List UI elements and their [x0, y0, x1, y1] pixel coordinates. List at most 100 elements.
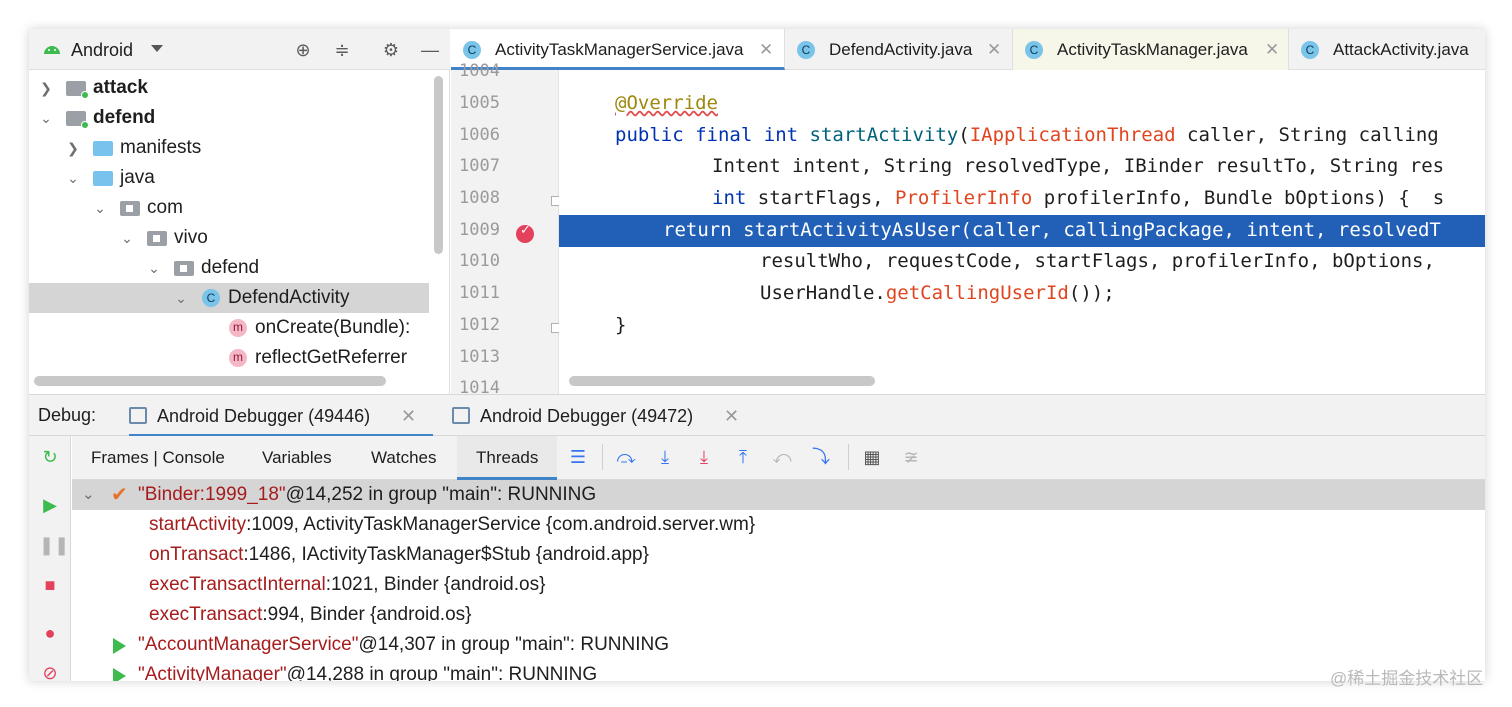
tab-attackactivity[interactable]: C AttackActivity.java: [1289, 29, 1485, 70]
stop-icon[interactable]: ■: [39, 574, 61, 596]
debug-label: Debug:: [38, 405, 97, 425]
step-out-icon[interactable]: ⤒: [732, 446, 754, 468]
collapse-all-icon[interactable]: ≑: [331, 39, 353, 61]
step-into-icon[interactable]: ⤓: [654, 446, 676, 468]
chevron-right-icon[interactable]: ❯: [66, 133, 80, 163]
tree-item-java[interactable]: ⌄ java: [29, 163, 429, 193]
class-icon: C: [1025, 41, 1043, 59]
force-step-into-icon[interactable]: ⤓: [693, 446, 715, 468]
tab-variables[interactable]: Variables: [262, 436, 332, 480]
chevron-down-icon[interactable]: ⌄: [174, 283, 188, 313]
tree-item-label: attack: [93, 77, 148, 98]
run-to-cursor-icon[interactable]: ⤵: [810, 446, 832, 468]
line-number: 1013: [459, 347, 500, 367]
tab-activitytaskmanager[interactable]: C ActivityTaskManager.java ✕: [1013, 29, 1289, 70]
code-line-1008: int startFlags, ProfilerInfo profilerInf…: [712, 187, 1445, 209]
pause-icon[interactable]: ❚❚: [39, 534, 69, 556]
line-number: 1008: [459, 188, 500, 208]
frame-location: :994, Binder {android.os}: [262, 604, 472, 625]
tree-item-manifests[interactable]: ❯ manifests: [29, 133, 429, 163]
editor-gutter[interactable]: 1004 1005 1006 1007 1008 1009 1010 1011 …: [451, 61, 561, 398]
frame-row[interactable]: execTransactInternal:1021, Binder {andro…: [72, 570, 1485, 600]
method-icon: m: [229, 349, 247, 367]
close-icon[interactable]: ✕: [759, 29, 773, 70]
chevron-right-icon[interactable]: ❯: [39, 73, 53, 103]
thread-name: "Binder:1999_18": [138, 484, 286, 505]
gear-icon[interactable]: ⚙: [380, 39, 402, 61]
chevron-down-icon[interactable]: ⌄: [120, 223, 134, 253]
debug-session-tab-49472[interactable]: Android Debugger (49472) ✕: [452, 395, 742, 437]
tree-item-defend[interactable]: ⌄ defend: [29, 103, 429, 133]
breakpoint-icon[interactable]: [516, 222, 534, 243]
thread-name: "AccountManagerService": [138, 634, 359, 655]
frame-method: onTransact: [149, 544, 244, 565]
thread-row[interactable]: "ActivityManager"@14,288 in group "main"…: [72, 660, 1485, 681]
evaluate-expression-icon[interactable]: ▦: [861, 446, 883, 468]
hide-icon[interactable]: —: [419, 39, 441, 61]
tree-item-label: defend: [201, 257, 260, 278]
frame-row[interactable]: onTransact:1486, IActivityTaskManager$St…: [72, 540, 1485, 570]
tab-threads[interactable]: Threads: [457, 436, 558, 480]
line-number: 1012: [459, 315, 500, 335]
tab-defendactivity[interactable]: C DefendActivity.java ✕: [785, 29, 1013, 70]
line-number: 1007: [459, 156, 500, 176]
project-view-selector[interactable]: Android: [71, 40, 133, 61]
close-icon[interactable]: ✕: [401, 395, 416, 437]
tree-item-label: com: [147, 197, 183, 218]
thread-row[interactable]: ⌄ ✔ "Binder:1999_18"@14,252 in group "ma…: [72, 480, 1485, 510]
frame-row[interactable]: execTransact:994, Binder {android.os}: [72, 600, 1485, 630]
toolbar-separator: [602, 444, 603, 470]
close-icon[interactable]: ✕: [724, 395, 739, 437]
rerun-icon[interactable]: ↻: [39, 446, 61, 468]
locate-icon[interactable]: ⊕: [292, 39, 314, 61]
view-breakpoints-icon[interactable]: ●: [39, 622, 61, 644]
line-number: 1011: [459, 283, 500, 303]
tree-item-vivo[interactable]: ⌄ vivo: [29, 223, 429, 253]
tree-item-defendactivity[interactable]: ⌄ C DefendActivity: [29, 283, 429, 313]
tree-item-defend-package[interactable]: ⌄ defend: [29, 253, 429, 283]
drop-frame-icon[interactable]: ⤺: [771, 446, 793, 468]
vertical-scrollbar[interactable]: [434, 76, 443, 254]
mute-breakpoints-icon[interactable]: ⊘: [39, 662, 61, 681]
chevron-down-icon[interactable]: ⌄: [147, 253, 161, 283]
frame-row[interactable]: startActivity:1009, ActivityTaskManagerS…: [72, 510, 1485, 540]
android-icon: [44, 46, 60, 54]
method-icon: m: [229, 319, 247, 337]
tab-frames-console[interactable]: Frames | Console: [91, 436, 225, 480]
chevron-down-icon[interactable]: ⌄: [93, 193, 107, 223]
menu-icon[interactable]: ☰: [567, 446, 589, 468]
tree-item-oncreate[interactable]: m onCreate(Bundle):: [29, 313, 429, 343]
close-icon[interactable]: ✕: [987, 29, 1001, 70]
tab-watches[interactable]: Watches: [371, 436, 437, 480]
line-number: 1006: [459, 125, 500, 145]
trace-icon[interactable]: ≆: [900, 446, 922, 468]
line-number: 1009: [459, 220, 500, 240]
code-line-1009-current: return startActivityAsUser(caller, calli…: [559, 215, 1485, 247]
code-line-1006: public final int startActivity(IApplicat…: [615, 124, 1439, 146]
class-icon: C: [202, 289, 220, 307]
tree-item-attack[interactable]: ❯ attack: [29, 73, 429, 103]
chevron-down-icon[interactable]: [151, 45, 163, 52]
close-icon[interactable]: ✕: [1265, 29, 1279, 70]
check-icon: ✔: [111, 484, 128, 506]
horizontal-scrollbar[interactable]: [569, 376, 875, 386]
horizontal-scrollbar[interactable]: [34, 376, 386, 386]
tab-label: DefendActivity.java: [829, 40, 973, 59]
resume-icon[interactable]: ▶: [39, 494, 61, 516]
code-line-1007: Intent intent, String resolvedType, IBin…: [712, 155, 1445, 177]
code-editor[interactable]: @Override public final int startActivity…: [559, 70, 1485, 394]
tree-item-reflectgetreferrer[interactable]: m reflectGetReferrer: [29, 343, 429, 373]
class-icon: C: [797, 41, 815, 59]
frame-method: startActivity: [149, 514, 247, 535]
toolbar-separator: [848, 444, 849, 470]
tree-item-com[interactable]: ⌄ com: [29, 193, 429, 223]
chevron-down-icon[interactable]: ⌄: [82, 480, 95, 510]
chevron-down-icon[interactable]: ⌄: [66, 163, 80, 193]
step-over-icon[interactable]: ⤼: [615, 446, 637, 468]
tree-item-label: vivo: [174, 227, 208, 248]
code-line-1005: @Override: [615, 92, 718, 114]
frame-location: :1009, ActivityTaskManagerService {com.a…: [246, 514, 756, 535]
thread-row[interactable]: "AccountManagerService"@14,307 in group …: [72, 630, 1485, 660]
debug-session-tab-49446[interactable]: Android Debugger (49446) ✕: [129, 395, 433, 437]
chevron-down-icon[interactable]: ⌄: [39, 103, 53, 133]
